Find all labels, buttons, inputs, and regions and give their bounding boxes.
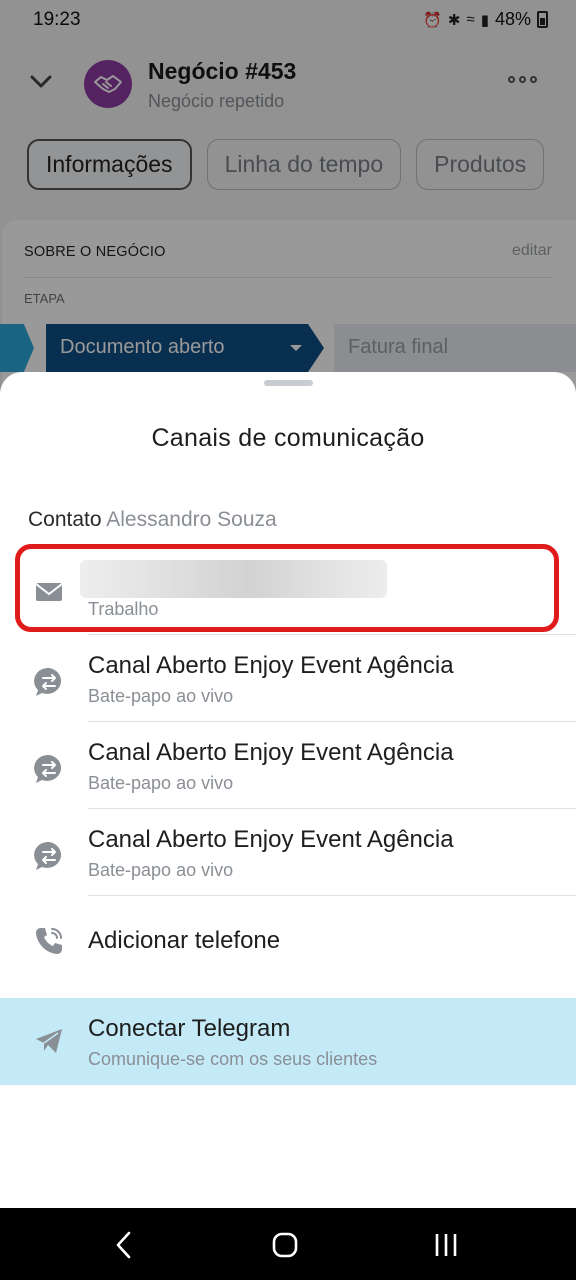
phone-icon [36, 928, 62, 954]
sheet-drag-handle[interactable] [264, 380, 313, 386]
channel-name: Canal Aberto Enjoy Event Agência [88, 739, 454, 766]
channel-row[interactable]: Canal Aberto Enjoy Event Agência Bate-pa… [0, 723, 576, 809]
divider [88, 721, 576, 722]
highlight-box [15, 544, 559, 632]
telegram-title: Conectar Telegram [88, 1015, 291, 1042]
add-phone-label: Adicionar telefone [88, 927, 281, 954]
contact-name: Alessandro Souza [106, 508, 277, 531]
app-background: 19:23 ⏰ ✱ ≈ ▮ 48% Negócio #453 Negócio r… [0, 0, 576, 410]
recent-apps-icon[interactable] [431, 1230, 461, 1260]
telegram-subtitle: Comunique-se com os seus clientes [88, 1049, 378, 1069]
connect-telegram-row[interactable]: Conectar Telegram Comunique-se com os se… [0, 998, 576, 1085]
channel-type: Bate-papo ao vivo [88, 686, 234, 706]
divider [88, 634, 576, 635]
channel-name: Canal Aberto Enjoy Event Agência [88, 826, 454, 853]
divider [88, 895, 576, 896]
channel-row[interactable]: Canal Aberto Enjoy Event Agência Bate-pa… [0, 810, 576, 896]
system-nav-bar [0, 1208, 576, 1280]
chat-transfer-icon [34, 754, 62, 783]
chat-transfer-icon [34, 841, 62, 870]
communication-channels-sheet: Canais de comunicação Contato Alessandro… [0, 372, 576, 1208]
channel-type: Bate-papo ao vivo [88, 773, 234, 793]
add-phone-row[interactable]: Adicionar telefone [0, 897, 576, 987]
sheet-title: Canais de comunicação [151, 424, 425, 452]
send-icon [36, 1029, 62, 1053]
contact-prefix: Contato [28, 508, 102, 531]
back-icon[interactable] [110, 1230, 140, 1260]
channel-name: Canal Aberto Enjoy Event Agência [88, 652, 454, 679]
modal-scrim[interactable] [0, 0, 576, 400]
home-icon[interactable] [270, 1230, 300, 1260]
channel-type: Bate-papo ao vivo [88, 860, 234, 880]
channel-row[interactable]: Canal Aberto Enjoy Event Agência Bate-pa… [0, 636, 576, 722]
contact-line: Contato Alessandro Souza [28, 508, 277, 532]
chat-transfer-icon [34, 667, 62, 696]
divider [88, 808, 576, 809]
